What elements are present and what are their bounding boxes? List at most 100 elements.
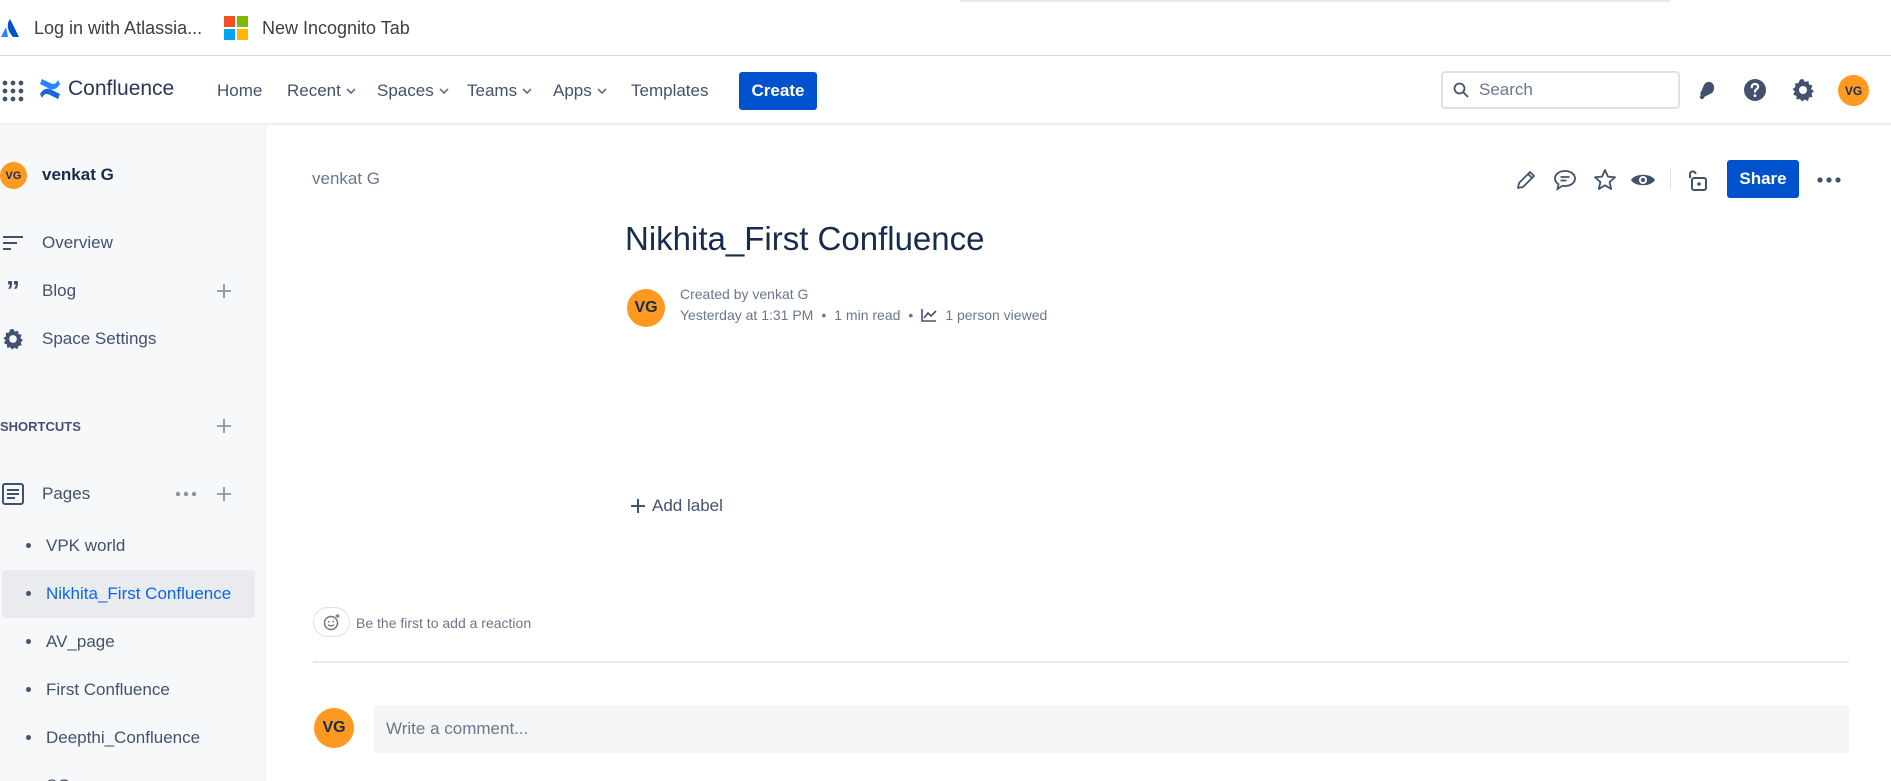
app-name: Confluence — [68, 77, 175, 100]
more-actions-icon[interactable] — [174, 484, 198, 504]
plus-icon — [631, 499, 645, 513]
sidebar-item-pages[interactable]: Pages — [0, 474, 266, 514]
page-tree-item[interactable]: Deepthi_Confluence — [2, 714, 255, 762]
sidebar-item-blog[interactable]: ” Blog — [0, 271, 266, 311]
pages-label: Pages — [42, 484, 91, 503]
bookmark-incognito[interactable]: New Incognito Tab — [224, 14, 410, 42]
page-tree-item[interactable]: VPK world — [2, 522, 255, 570]
created-by: Created by venkat G — [680, 286, 809, 302]
more-options-icon[interactable] — [1816, 167, 1842, 193]
create-button[interactable]: Create — [739, 72, 817, 110]
bookmarks-bar: Log in with Atlassia... New Incognito Ta… — [0, 0, 1891, 56]
space-name: venkat G — [42, 165, 114, 184]
author-avatar[interactable]: VG — [627, 289, 665, 327]
search-box[interactable] — [1441, 71, 1680, 109]
created-time: Yesterday at 1:31 PM — [680, 307, 814, 323]
read-time: 1 min read — [834, 307, 901, 323]
pages-icon — [0, 481, 26, 507]
nav-spaces-label: Spaces — [377, 81, 434, 100]
add-page-icon[interactable] — [214, 484, 234, 504]
help-icon[interactable] — [1742, 77, 1768, 103]
nav-apps-label: Apps — [553, 81, 592, 100]
page-tree-label: VPK world — [46, 536, 126, 555]
chevron-down-icon — [439, 88, 449, 95]
add-reaction-button[interactable] — [313, 607, 350, 637]
add-label-button[interactable]: Add label — [630, 496, 723, 516]
comment-avatar: VG — [314, 708, 354, 748]
view-count[interactable]: 1 person viewed — [945, 307, 1047, 323]
page-tree-item[interactable]: First Confluence — [2, 666, 255, 714]
bullet — [26, 543, 31, 548]
notifications-icon[interactable] — [1694, 77, 1720, 103]
page-tree-label: Deepthi_Confluence — [46, 728, 201, 747]
search-input[interactable] — [1479, 80, 1669, 100]
add-shortcut-icon[interactable] — [214, 416, 234, 436]
space-header[interactable]: VG venkat G — [0, 155, 266, 195]
bullet — [26, 591, 31, 596]
page-tree-item[interactable]: AV_page — [2, 618, 255, 666]
nav-templates[interactable]: Templates — [631, 81, 708, 101]
bullet — [26, 687, 31, 692]
shortcuts-section: SHORTCUTS — [0, 406, 266, 446]
bullet — [26, 735, 31, 740]
overview-icon — [0, 230, 26, 256]
page-title: Nikhita_First Confluence — [625, 220, 985, 257]
atlassian-icon — [1, 19, 19, 37]
top-navigation: Confluence Home Recent Spaces Teams Apps… — [0, 57, 1891, 124]
space-avatar: VG — [0, 162, 27, 189]
app-switcher-icon[interactable] — [0, 78, 26, 104]
chevron-down-icon — [522, 88, 532, 95]
nav-templates-label: Templates — [631, 81, 709, 100]
star-icon[interactable] — [1592, 167, 1618, 193]
sidebar-item-space-settings[interactable]: Space Settings — [0, 319, 266, 359]
analytics-icon[interactable] — [921, 308, 937, 322]
toolbar-divider — [1670, 168, 1671, 190]
sidebar-item-overview[interactable]: Overview — [0, 223, 266, 263]
add-blog-icon[interactable] — [214, 281, 234, 301]
chevron-down-icon — [346, 88, 356, 95]
space-sidebar: VG venkat G Overview ” Blog Space Settin… — [0, 125, 266, 781]
page-tree-item-active[interactable]: Nikhita_First Confluence — [2, 570, 255, 618]
share-button[interactable]: Share — [1727, 160, 1799, 198]
breadcrumb[interactable]: venkat G — [312, 169, 380, 189]
settings-gear-icon[interactable] — [1790, 77, 1816, 103]
quote-icon: ” — [6, 275, 20, 306]
watch-eye-icon[interactable] — [1630, 167, 1656, 193]
gear-icon — [0, 326, 26, 352]
emoji-icon — [323, 614, 339, 631]
user-avatar[interactable]: VG — [1838, 75, 1869, 106]
nav-teams-label: Teams — [467, 81, 518, 100]
nav-recent[interactable]: Recent — [287, 81, 357, 101]
nav-recent-label: Recent — [287, 81, 341, 100]
comment-icon[interactable] — [1552, 167, 1578, 193]
confluence-logo[interactable]: Confluence — [38, 77, 174, 101]
edit-pencil-icon[interactable] — [1513, 167, 1539, 193]
comments-divider — [313, 661, 1849, 663]
separator-dot: • — [908, 307, 914, 323]
bookmarks-divider — [960, 0, 1670, 2]
page-tree-label: SG — [46, 776, 71, 781]
page-tree-item[interactable]: SG — [2, 762, 255, 781]
add-label-text: Add label — [652, 496, 723, 515]
page-tree-label: First Confluence — [46, 680, 170, 699]
page-tree-label: AV_page — [46, 632, 115, 651]
bullet — [26, 639, 31, 644]
page-metadata: Yesterday at 1:31 PM • 1 min read • 1 pe… — [680, 307, 1047, 323]
search-icon — [1453, 82, 1469, 98]
reaction-prompt: Be the first to add a reaction — [356, 615, 532, 631]
sidebar-item-label: Overview — [42, 233, 113, 252]
bookmark-atlassian-login[interactable]: Log in with Atlassia... — [0, 14, 202, 42]
bookmark-label: Log in with Atlassia... — [34, 17, 203, 38]
unlock-icon[interactable] — [1684, 167, 1710, 193]
sidebar-item-label: Blog — [42, 281, 77, 300]
microsoft-icon — [224, 16, 248, 40]
nav-home-label: Home — [217, 81, 263, 100]
nav-home[interactable]: Home — [217, 81, 262, 101]
confluence-logo-icon — [40, 79, 60, 99]
sidebar-item-label: Space Settings — [42, 329, 157, 348]
nav-spaces[interactable]: Spaces — [377, 81, 450, 101]
comment-input[interactable]: Write a comment... — [374, 705, 1849, 753]
chevron-down-icon — [597, 88, 607, 95]
nav-teams[interactable]: Teams — [467, 81, 533, 101]
nav-apps[interactable]: Apps — [553, 81, 608, 101]
